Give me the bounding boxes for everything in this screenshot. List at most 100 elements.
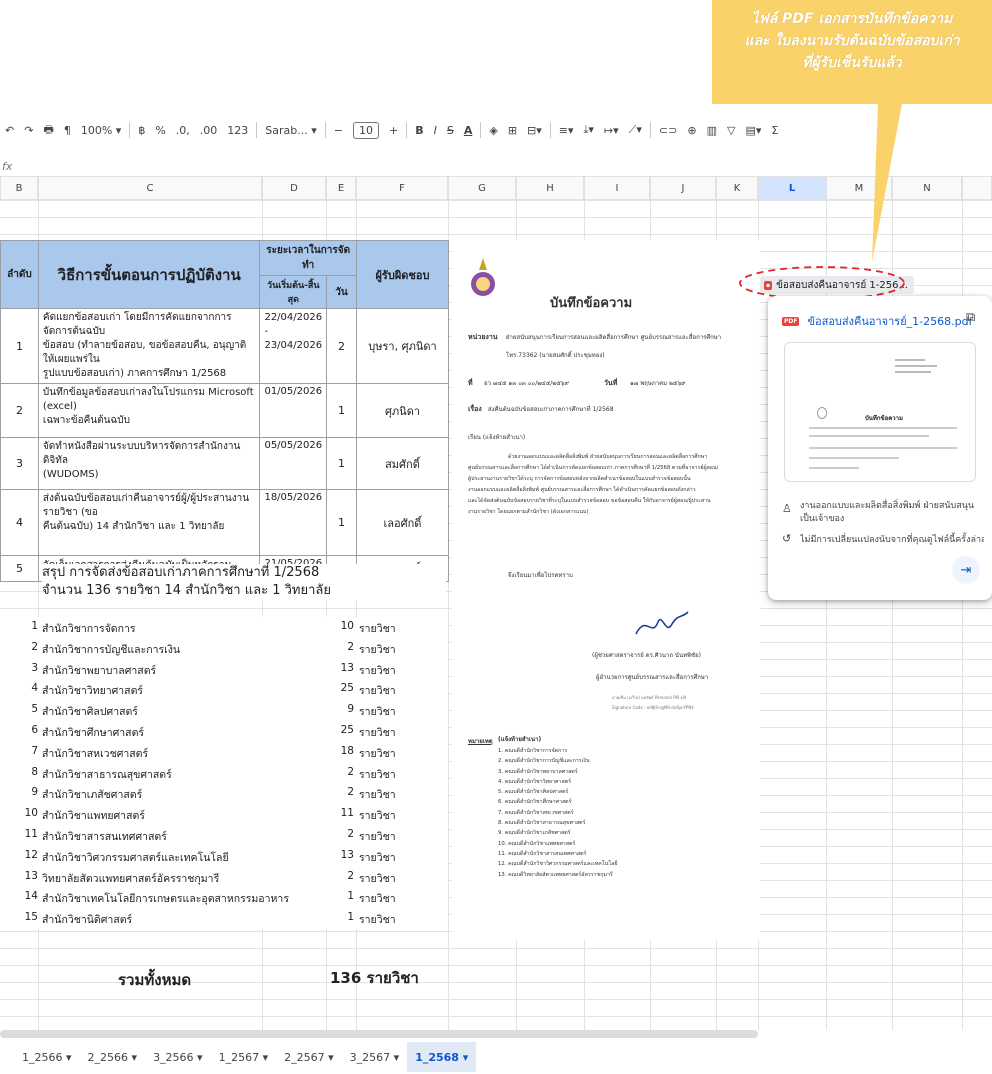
list-item[interactable]: 15 สำนักวิชานิติศาสตร์ 1 รายวิชา: [0, 908, 448, 929]
number-format-button[interactable]: 123: [222, 119, 253, 141]
column-header-f[interactable]: F: [356, 176, 448, 200]
sheet-tab[interactable]: 2_2566 ▾: [80, 1042, 146, 1072]
list-item[interactable]: 3 สำนักวิชาพยาบาลศาสตร์ 13 รายวิชา: [0, 659, 448, 680]
font-size-decrease-button[interactable]: −: [329, 119, 348, 141]
list-item[interactable]: 8 สำนักวิชาสาธารณสุขศาสตร์ 2 รายวิชา: [0, 763, 448, 784]
undo-icon[interactable]: ↶: [0, 119, 19, 141]
horizontal-scrollbar[interactable]: [0, 1030, 758, 1038]
link-icon[interactable]: ⊂⊃: [654, 119, 682, 141]
sheet-tab[interactable]: 2_2567 ▾: [276, 1042, 342, 1072]
popup-file-link[interactable]: PDF ข้อสอบส่งคืนอาจารย์_1-2568.pdf: [782, 312, 972, 330]
borders-icon[interactable]: ⊞: [503, 119, 522, 141]
text-color-button[interactable]: A: [459, 119, 478, 141]
font-select[interactable]: Sarab... ▾: [260, 119, 322, 141]
method-line: บันทึกข้อมูลข้อสอบเก่าลงในโปรแกรม Micros…: [42, 387, 254, 412]
column-header-j[interactable]: J: [650, 176, 716, 200]
file-smart-chip[interactable]: ▪ ข้อสอบส่งคืนอาจารย์ 1-256...: [760, 276, 914, 294]
list-item[interactable]: 1 สำนักวิชาการจัดการ 10 รายวิชา: [0, 617, 448, 638]
callout-line: และ ใบลงนามรับต้นฉบับข้อสอบเก่า: [744, 33, 960, 49]
decrease-decimal-button[interactable]: .0,: [171, 119, 195, 141]
copy-icon[interactable]: ⧉: [966, 310, 975, 325]
column-header-e[interactable]: E: [326, 176, 356, 200]
list-item[interactable]: 4 สำนักวิชาวิทยาศาสตร์ 25 รายวิชา: [0, 679, 448, 700]
column-header-i[interactable]: I: [584, 176, 650, 200]
date-line: 22/04/2026 -: [264, 312, 323, 337]
school-number: 14: [24, 890, 38, 903]
sheet-tab-label: 1_2568: [415, 1050, 459, 1064]
fill-color-icon[interactable]: ◈: [484, 119, 502, 141]
school-number: 13: [24, 869, 38, 882]
list-item[interactable]: 13 วิทยาลัยสัตวแพทยศาสตร์อัครราชกุมารี 2 รา…: [0, 867, 448, 888]
sheet-tab-label: 1_2566: [22, 1050, 63, 1064]
column-header-b[interactable]: B: [0, 176, 38, 200]
table-row[interactable]: 4 ส่งต้นฉบับข้อสอบเก่าคืนอาจารย์ผู้/ผู้ป…: [0, 489, 450, 556]
percent-button[interactable]: %: [150, 119, 170, 141]
course-count: 1: [347, 890, 354, 903]
sheet-tab-active[interactable]: 1_2568 ▾: [407, 1042, 477, 1072]
filter-views-icon[interactable]: ▤▾: [740, 119, 766, 141]
sheet-tabs: 1_2566 ▾ 2_2566 ▾ 3_2566 ▾ 1_2567 ▾ 2_25…: [0, 1040, 992, 1074]
column-header-g[interactable]: G: [448, 176, 516, 200]
font-size-input[interactable]: 10: [348, 119, 384, 141]
column-header-l[interactable]: L: [758, 176, 826, 200]
school-number: 11: [24, 827, 38, 840]
currency-button[interactable]: ฿: [133, 119, 150, 141]
increase-decimal-button[interactable]: .00: [195, 119, 223, 141]
sheet-tab[interactable]: 1_2566 ▾: [14, 1042, 80, 1072]
bold-button[interactable]: B: [410, 119, 428, 141]
table-row[interactable]: 2 บันทึกข้อมูลข้อสอบเก่าลงในโปรแกรม Micr…: [0, 383, 450, 438]
open-file-icon[interactable]: ⇥: [952, 556, 980, 584]
list-item[interactable]: 2 สำนักวิชาการบัญชีและการเงิน 2 รายวิชา: [0, 638, 448, 659]
text-rotate-icon[interactable]: ⟋▾: [624, 119, 647, 141]
column-header-h[interactable]: H: [516, 176, 584, 200]
column-header-m[interactable]: M: [826, 176, 892, 200]
zoom-select[interactable]: 100% ▾: [76, 119, 126, 141]
method-line: ส่งต้นฉบับข้อสอบเก่าคืนอาจารย์ผู้/ผู้ประ…: [42, 493, 250, 518]
strikethrough-button[interactable]: S: [442, 119, 459, 141]
functions-button[interactable]: Σ: [766, 119, 783, 141]
popup-history-text: ไม่มีการเปลี่ยนแปลงนับจากที่คุณดูไฟล์นี้…: [800, 535, 984, 545]
list-item[interactable]: 11 สำนักวิชาสารสนเทศศาสตร์ 2 รายวิชา: [0, 825, 448, 846]
course-count: 10: [340, 620, 354, 632]
school-name: สำนักวิชาสารสนเทศศาสตร์: [42, 830, 167, 843]
course-unit: รายวิชา: [359, 872, 396, 885]
owner-cell: บุษรา, ศุภนิดา: [355, 308, 450, 384]
column-header-o[interactable]: [962, 176, 992, 200]
list-item[interactable]: 12 สำนักวิชาวิศวกรรมศาสตร์และเทคโนโลยี 13 ร…: [0, 846, 448, 867]
sheet-tab[interactable]: 3_2566 ▾: [145, 1042, 211, 1072]
row-number: 4: [0, 489, 39, 556]
font-size-increase-button[interactable]: +: [384, 119, 403, 141]
filter-icon[interactable]: ▽: [722, 119, 740, 141]
list-item[interactable]: 14 สำนักวิชาเทคโนโลยีการเกษตรและอุตสาหกรร…: [0, 887, 448, 908]
list-item[interactable]: 5 สำนักวิชาศิลปศาสตร์ 9 รายวิชา: [0, 700, 448, 721]
italic-button[interactable]: I: [429, 119, 442, 141]
column-header-k[interactable]: K: [716, 176, 758, 200]
file-thumbnail[interactable]: บันทึกข้อความ: [784, 342, 976, 482]
comment-icon[interactable]: ⊕: [682, 119, 701, 141]
list-item[interactable]: 6 สำนักวิชาศึกษาศาสตร์ 25 รายวิชา: [0, 721, 448, 742]
memo-document-image[interactable]: บันทึกข้อความ หน่วยงาน ฝ่ายสนับสนุนการเร…: [452, 240, 760, 940]
column-header-d[interactable]: D: [262, 176, 326, 200]
merge-cells-icon[interactable]: ⊟▾: [522, 119, 547, 141]
table-row[interactable]: 3 จัดทำหนังสือผ่านระบบบริหารจัดการสำนักง…: [0, 437, 450, 490]
date-cell: 05/05/2026: [259, 437, 328, 490]
column-header-n[interactable]: N: [892, 176, 962, 200]
course-count: 1: [347, 911, 354, 924]
sheet-tab[interactable]: 1_2567 ▾: [211, 1042, 277, 1072]
sheet-tab[interactable]: 3_2567 ▾: [342, 1042, 408, 1072]
list-item[interactable]: 10 สำนักวิชาแพทยศาสตร์ 11 รายวิชา: [0, 804, 448, 825]
redo-icon[interactable]: ↷: [19, 119, 38, 141]
print-icon[interactable]: 🖶: [38, 119, 58, 141]
sheet-tab-label: 3_2567: [349, 1050, 391, 1064]
list-item[interactable]: 7 สำนักวิชาสหเวชศาสตร์ 18 รายวิชา: [0, 742, 448, 763]
list-item[interactable]: 9 สำนักวิชาเภสัชศาสตร์ 2 รายวิชา: [0, 783, 448, 804]
chart-icon[interactable]: ▥: [702, 119, 722, 141]
text-wrap-icon[interactable]: ↦▾: [599, 119, 624, 141]
align-left-icon[interactable]: ≡▾: [554, 119, 579, 141]
owner-cell: สมศักดิ์: [355, 437, 450, 490]
column-header-c[interactable]: C: [38, 176, 262, 200]
paint-format-icon[interactable]: ¶: [59, 119, 76, 141]
vertical-align-icon[interactable]: ⤓▾: [579, 119, 599, 141]
formula-bar[interactable]: fx: [0, 160, 992, 176]
table-row[interactable]: 1 คัดแยกข้อสอบเก่า โดยมีการคัดแยกจากการจ…: [0, 308, 450, 384]
